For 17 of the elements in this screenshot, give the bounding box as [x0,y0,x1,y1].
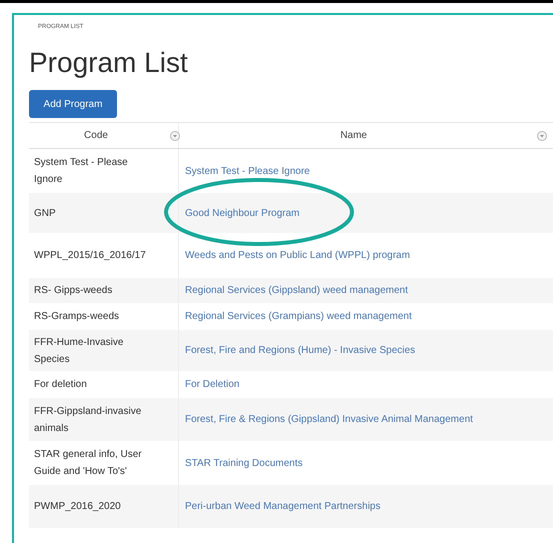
table-cell: PWMP_2016_2020 [29,485,179,528]
add-program-button[interactable]: Add Program [29,90,117,118]
filter-icon[interactable] [537,130,547,140]
program-link[interactable]: For Deletion [185,377,240,392]
program-link[interactable]: Regional Services (Grampians) weed management [185,309,412,324]
program-link[interactable]: Peri-urban Weed Management Partnerships [185,499,380,514]
column-header[interactable]: Code [29,123,179,148]
filter-icon[interactable] [170,130,180,140]
program-link[interactable]: STAR Training Documents [185,456,303,470]
program-link[interactable]: System Test - Please Ignore [185,164,310,178]
program-link[interactable]: Good Neighbour Program [185,206,300,220]
program-link[interactable]: Forest, Fire & Regions (Gippsland) Invasive Animal Management [185,412,473,427]
page-title: Program List [29,46,189,80]
column-header[interactable]: Name [179,123,551,148]
program-link[interactable]: Forest, Fire and Regions (Hume) - Invasive Species [185,343,416,358]
program-link[interactable]: Regional Services (Gippsland) weed management [185,283,408,298]
program-link[interactable]: Weeds and Pests on Public Land (WPPL) program [185,248,410,263]
